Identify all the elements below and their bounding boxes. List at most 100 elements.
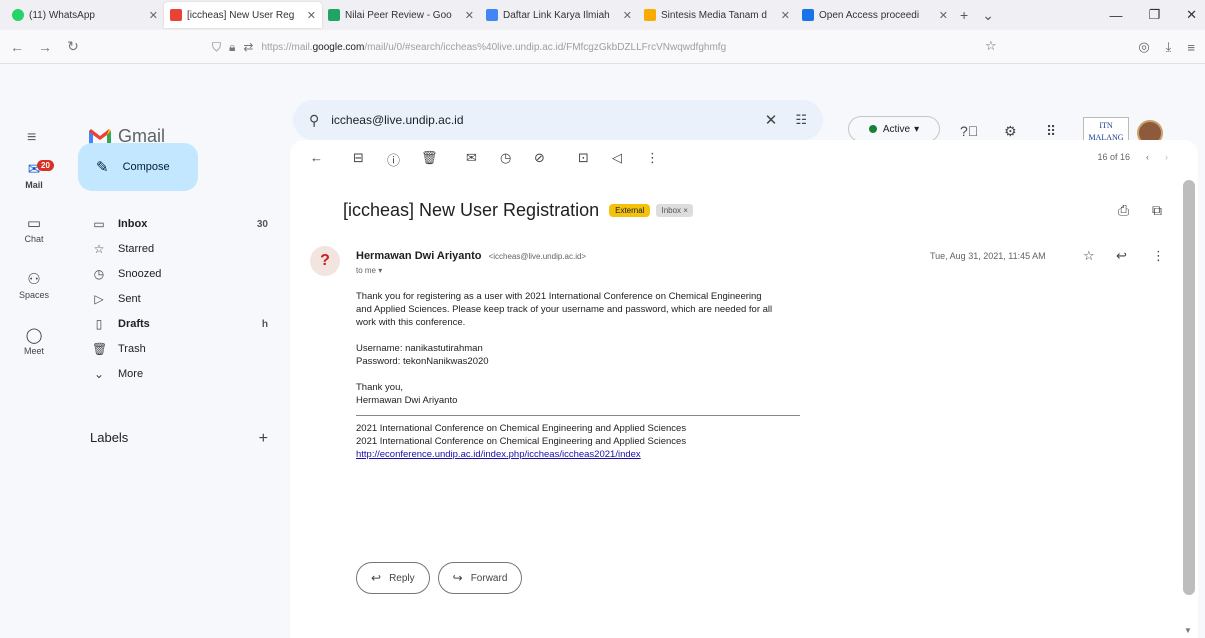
drive-icon xyxy=(328,9,340,21)
sidebar-item-trash[interactable]: 🗑︎ Trash xyxy=(78,337,268,361)
back-to-inbox-icon[interactable]: ← xyxy=(310,150,323,165)
open-new-window-icon[interactable]: ⧉ xyxy=(1152,202,1162,219)
sidebar-item-starred[interactable]: ☆ Starred xyxy=(78,237,268,261)
new-tab-icon[interactable]: + xyxy=(960,7,968,23)
permissions-icon[interactable]: ⇄ xyxy=(243,40,253,54)
drafts-count: h xyxy=(261,318,268,330)
url-path: /mail/u/0/#search/iccheas%40live.undip.a… xyxy=(364,41,727,53)
sidebar-item-label: Trash xyxy=(118,343,146,355)
rail-meet[interactable]: ◯ Meet xyxy=(0,326,68,356)
more-vert-icon[interactable]: ⋮ xyxy=(646,150,659,166)
close-tab-icon[interactable]: ✕ xyxy=(307,9,316,22)
rail-spaces[interactable]: ⚇ Spaces xyxy=(0,270,68,300)
report-spam-icon[interactable]: ⓘ xyxy=(387,150,400,169)
message-date: Tue, Aug 31, 2021, 11:45 AM xyxy=(930,251,1046,261)
minimize-icon[interactable]: — xyxy=(1109,8,1122,23)
shield-icon[interactable]: ⛉ xyxy=(212,40,221,55)
menu-icon[interactable]: ≡ xyxy=(1187,40,1195,55)
browser-tab-daftar-link[interactable]: Daftar Link Karya Ilmiah ✕ xyxy=(480,2,638,28)
more-vert-icon[interactable]: ⋮ xyxy=(1152,248,1165,264)
print-icon[interactable]: ⎙ xyxy=(1118,202,1129,219)
chevron-down-icon: ⌄ xyxy=(93,367,105,381)
search-options-icon[interactable]: ☷ xyxy=(795,112,807,128)
reload-icon[interactable]: ↻ xyxy=(62,38,84,55)
username-line: Username: nanikastutirahman xyxy=(356,343,483,354)
delete-icon[interactable]: 🗑︎ xyxy=(421,150,438,166)
maximize-icon[interactable]: ❐ xyxy=(1148,7,1160,23)
snooze-icon[interactable]: ◷ xyxy=(500,150,511,166)
mark-unread-icon[interactable]: ✉ xyxy=(466,150,477,166)
sidebar-item-sent[interactable]: ▷ Sent xyxy=(78,287,268,311)
downloads-icon[interactable]: ⤓ xyxy=(1166,39,1172,55)
close-tab-icon[interactable]: ✕ xyxy=(149,9,158,22)
url-bar[interactable]: ⛉ 🔒︎ ⇄ https://mail. google.com/mail/u/0/… xyxy=(212,35,1002,59)
tab-title: Sintesis Media Tanam d xyxy=(661,9,767,21)
close-tab-icon[interactable]: ✕ xyxy=(781,9,790,22)
conference-link[interactable]: http://econference.undip.ac.id/index.php… xyxy=(356,448,776,461)
help-icon[interactable]: ?⃝ xyxy=(960,123,978,139)
add-task-icon[interactable]: ⊘ xyxy=(534,150,545,166)
status-button[interactable]: Active ▾ xyxy=(848,116,940,142)
browser-tab-whatsapp[interactable]: (11) WhatsApp ✕ xyxy=(6,2,164,28)
search-icon[interactable]: ⚲ xyxy=(309,112,319,129)
signature-divider xyxy=(356,415,800,416)
message-pane: ← ⊟ ⓘ 🗑︎ ✉ ◷ ⊘ ⊡ ◁ ⋮ 16 of 16 ‹ › [icche… xyxy=(290,140,1198,638)
close-tab-icon[interactable]: ✕ xyxy=(939,9,948,22)
scholar-icon xyxy=(644,9,656,21)
sidebar-item-more[interactable]: ⌄ More xyxy=(78,362,268,386)
star-icon[interactable]: ☆ xyxy=(1083,248,1095,264)
forward-arrow-icon: ↪ xyxy=(452,571,463,585)
scroll-down-icon[interactable]: ▼ xyxy=(1184,626,1192,635)
label-icon[interactable]: ◁ xyxy=(612,150,622,166)
clear-search-icon[interactable]: ✕ xyxy=(765,111,778,129)
forward-button[interactable]: ↪ Forward xyxy=(437,562,523,594)
bookmark-star-icon[interactable]: ☆ xyxy=(985,38,997,54)
external-badge[interactable]: External xyxy=(609,204,651,217)
chevron-right-icon[interactable]: › xyxy=(1165,152,1168,162)
reply-icon[interactable]: ↩ xyxy=(1116,248,1127,264)
pocket-icon[interactable]: ◎ xyxy=(1138,39,1149,55)
close-tab-icon[interactable]: ✕ xyxy=(623,9,632,22)
chevron-left-icon[interactable]: ‹ xyxy=(1146,152,1149,162)
forward-icon[interactable]: → xyxy=(34,39,56,55)
browser-tab-peer-review[interactable]: Nilai Peer Review - Goo ✕ xyxy=(322,2,480,28)
close-tab-icon[interactable]: ✕ xyxy=(465,9,474,22)
back-icon[interactable]: ← xyxy=(6,39,28,55)
settings-gear-icon[interactable]: ⚙ xyxy=(1004,123,1017,140)
add-label-icon[interactable]: + xyxy=(259,430,268,448)
rail-chat[interactable]: ▭ Chat xyxy=(0,214,68,244)
scrollbar-thumb[interactable] xyxy=(1183,180,1195,595)
browser-tab-gmail[interactable]: [iccheas] New User Reg ✕ xyxy=(164,2,322,28)
document-icon xyxy=(802,9,814,21)
sidebar-item-label: More xyxy=(118,368,144,380)
browser-tab-sintesis[interactable]: Sintesis Media Tanam d ✕ xyxy=(638,2,796,28)
rail-label: Mail xyxy=(25,180,43,190)
reply-button[interactable]: ↩ Reply xyxy=(356,562,430,594)
sidebar-item-snoozed[interactable]: ◷ Snoozed xyxy=(78,262,268,286)
inbox-label-chip[interactable]: Inbox × xyxy=(656,204,693,217)
close-window-icon[interactable]: ✕ xyxy=(1186,7,1197,23)
docs-icon xyxy=(486,9,498,21)
move-to-icon[interactable]: ⊡ xyxy=(578,150,589,166)
org-logo-text: ITN MALANG xyxy=(1088,121,1124,142)
message-actions: ↩ Reply ↪ Forward xyxy=(356,562,523,594)
tab-title: (11) WhatsApp xyxy=(29,9,95,21)
rail-label: Chat xyxy=(24,234,44,244)
sender-name[interactable]: Hermawan Dwi Ariyanto xyxy=(356,250,482,262)
archive-icon[interactable]: ⊟ xyxy=(353,150,364,166)
password-line: Password: tekonNanikwas2020 xyxy=(356,356,489,367)
browser-tab-open-access[interactable]: Open Access proceedi ✕ xyxy=(796,2,954,28)
compose-button[interactable]: ✎ Compose xyxy=(78,143,198,191)
tab-list-icon[interactable]: ⌄ xyxy=(982,7,994,24)
sidebar-item-inbox[interactable]: ▭ Inbox 30 xyxy=(78,212,268,236)
search-input[interactable] xyxy=(331,113,755,127)
rail-label: Spaces xyxy=(18,290,50,300)
whatsapp-icon xyxy=(12,9,24,21)
rail-mail[interactable]: ✉ 20 Mail xyxy=(0,160,68,190)
pager: 16 of 16 ‹ › xyxy=(1097,152,1168,162)
apps-grid-icon[interactable]: ⠿ xyxy=(1046,123,1056,140)
sidebar-item-drafts[interactable]: ▯ Drafts h xyxy=(78,312,268,336)
recipient-details-button[interactable]: to me ▾ xyxy=(356,266,382,275)
lock-icon[interactable]: 🔒︎ xyxy=(229,40,235,55)
sender-email: <iccheas@live.undip.ac.id> xyxy=(488,252,587,261)
